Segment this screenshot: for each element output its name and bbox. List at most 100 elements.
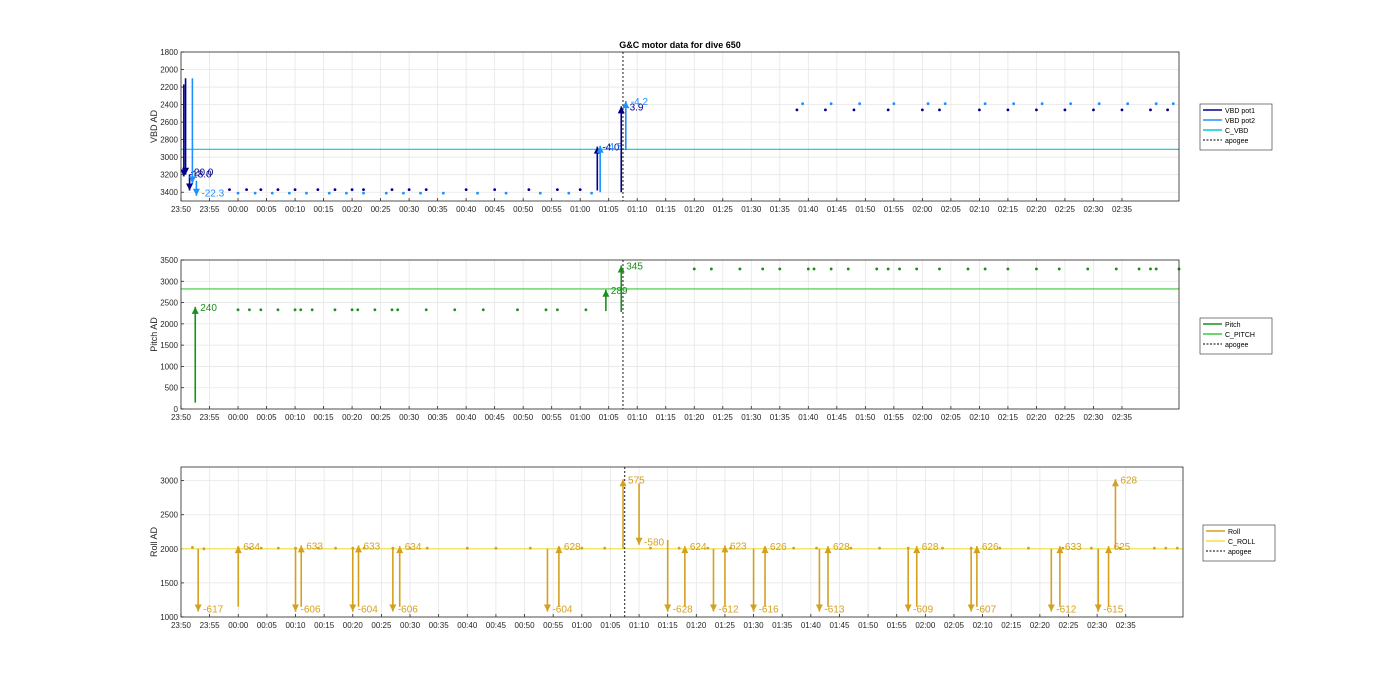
- legend-label: VBD pot2: [1225, 118, 1255, 125]
- x-tick-label: 00:50: [513, 413, 534, 422]
- plot-area: [181, 52, 1179, 201]
- y-tick-label: 3000: [160, 477, 178, 486]
- data-point: [801, 102, 805, 106]
- x-tick-label: 00:15: [314, 205, 335, 214]
- x-tick-label: 02:25: [1058, 621, 1079, 630]
- data-point: [915, 267, 919, 271]
- legend: Roll C_ROLLapogee: [1202, 524, 1276, 562]
- arrow-label: -628: [673, 605, 693, 616]
- arrow-label: -604: [552, 605, 572, 616]
- data-point: [310, 308, 314, 312]
- arrow-label: -606: [398, 605, 418, 616]
- arrow-label: 289: [611, 286, 628, 297]
- data-point: [555, 308, 559, 312]
- data-point: [248, 308, 251, 312]
- legend: Pitch C_PITCHapogee: [1199, 317, 1273, 355]
- data-point: [504, 191, 508, 195]
- data-point: [544, 308, 548, 312]
- y-tick-label: 3200: [160, 171, 178, 180]
- data-point: [738, 267, 742, 271]
- data-point: [849, 546, 853, 550]
- data-point: [1097, 102, 1101, 106]
- arrow-label: -606: [301, 605, 321, 616]
- y-tick-label: 0: [174, 405, 179, 414]
- data-point: [1086, 267, 1090, 271]
- data-point: [824, 108, 827, 112]
- x-tick-label: 01:45: [829, 621, 850, 630]
- x-tick-label: 00:30: [399, 413, 420, 422]
- data-point: [898, 267, 901, 271]
- x-tick-label: 00:15: [314, 621, 335, 630]
- arrow-label: 240: [200, 303, 217, 314]
- legend-label: Roll: [1228, 529, 1241, 536]
- x-tick-label: 02:10: [969, 413, 990, 422]
- x-tick-label: 01:10: [629, 621, 650, 630]
- y-tick-label: 3400: [160, 188, 178, 197]
- data-point: [396, 308, 400, 312]
- data-point: [584, 308, 588, 312]
- data-point: [603, 546, 607, 550]
- data-point: [1012, 102, 1016, 106]
- arrow-label: -22.3: [201, 189, 224, 200]
- data-point: [1149, 108, 1152, 112]
- x-tick-label: 00:35: [428, 413, 449, 422]
- legend-label: apogee: [1225, 138, 1248, 145]
- x-tick-label: 23:50: [171, 413, 192, 422]
- data-point: [761, 267, 765, 271]
- data-point: [425, 546, 429, 550]
- data-point: [829, 267, 833, 271]
- x-tick-label: 00:15: [314, 413, 335, 422]
- x-tick-label: 01:20: [686, 621, 707, 630]
- arrow-label: 623: [730, 541, 747, 552]
- x-tick-label: 00:35: [428, 205, 449, 214]
- x-tick-label: 00:40: [456, 205, 477, 214]
- x-tick-label: 23:55: [200, 621, 221, 630]
- data-point: [245, 188, 248, 192]
- x-tick-label: 01:00: [572, 621, 593, 630]
- data-point: [778, 267, 782, 271]
- x-tick-label: 02:35: [1112, 413, 1133, 422]
- y-tick-label: 3000: [160, 277, 178, 286]
- data-point: [938, 108, 941, 112]
- x-tick-label: 01:50: [855, 413, 876, 422]
- legend-label: C_VBD: [1225, 128, 1248, 135]
- x-tick-label: 02:10: [969, 205, 990, 214]
- x-tick-label: 01:40: [801, 621, 822, 630]
- x-tick-label: 02:20: [1026, 205, 1047, 214]
- x-tick-label: 01:55: [884, 413, 905, 422]
- x-tick-label: 02:05: [944, 621, 965, 630]
- data-point: [858, 102, 862, 106]
- data-point: [441, 191, 445, 195]
- data-point: [390, 188, 394, 192]
- data-point: [978, 108, 981, 112]
- x-tick-label: 02:00: [915, 621, 936, 630]
- data-point: [567, 191, 571, 195]
- y-tick-label: 500: [165, 384, 179, 393]
- y-tick-label: 1800: [160, 48, 178, 57]
- data-point: [1035, 108, 1038, 112]
- data-point: [276, 308, 280, 312]
- data-point: [494, 546, 498, 550]
- x-tick-label: 23:50: [171, 621, 192, 630]
- legend-label: apogee: [1225, 342, 1248, 349]
- y-tick-label: 2000: [160, 545, 178, 554]
- arrow-label: -607: [976, 605, 996, 616]
- data-point: [362, 191, 365, 195]
- x-tick-label: 02:20: [1026, 413, 1047, 422]
- arrow-label: 633: [306, 541, 323, 552]
- x-tick-label: 01:25: [713, 205, 734, 214]
- data-point: [464, 188, 468, 192]
- data-point: [259, 308, 263, 312]
- legend-label: Pitch: [1225, 322, 1241, 329]
- x-tick-label: 01:05: [599, 413, 620, 422]
- y-tick-label: 2400: [160, 101, 178, 110]
- data-point: [1006, 108, 1010, 112]
- x-tick-label: 02:00: [912, 413, 933, 422]
- data-point: [892, 102, 896, 106]
- x-tick-label: 01:35: [770, 205, 791, 214]
- data-point: [424, 308, 428, 312]
- data-point: [228, 188, 231, 192]
- pitch-panel: 23:50 23:55 00:00 00:05 00:10 00:15 00:20 00:25…: [149, 256, 1273, 422]
- x-tick-label: 00:10: [285, 413, 306, 422]
- data-point: [305, 191, 308, 195]
